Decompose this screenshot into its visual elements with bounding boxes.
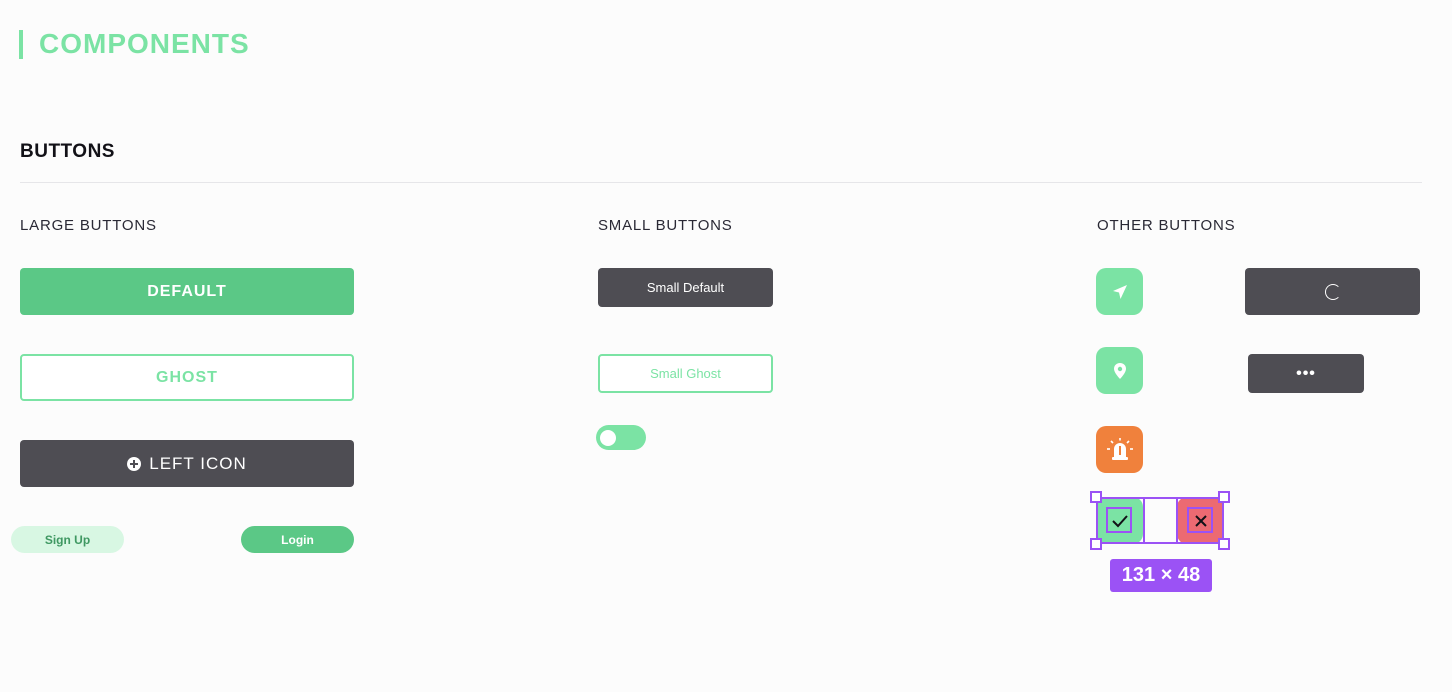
selection-guide-left [1143,497,1145,544]
more-dots-icon: ••• [1296,364,1316,382]
navigation-arrow-icon [1112,284,1127,299]
title-accent-bar [19,30,23,59]
ghost-button[interactable]: GHOST [20,354,354,401]
resize-handle-bottom-left[interactable] [1090,538,1102,550]
map-pin-icon [1113,362,1126,379]
section-divider [20,182,1422,183]
ghost-button-label: GHOST [156,368,218,386]
login-button[interactable]: Login [241,526,354,553]
loading-button[interactable] [1245,268,1420,315]
loading-spinner-icon [1324,283,1341,300]
more-button[interactable]: ••• [1248,354,1364,393]
default-button-label: DEFAULT [147,282,227,300]
other-buttons-heading: OTHER BUTTONS [1097,217,1236,234]
large-buttons-heading: LARGE BUTTONS [20,217,157,234]
plus-circle-icon [127,456,142,471]
left-icon-button-label: LEFT ICON [149,453,247,473]
components-page: COMPONENTS BUTTONS LARGE BUTTONS SMALL B… [0,0,1452,692]
left-icon-button[interactable]: LEFT ICON [20,440,354,487]
resize-handle-top-right[interactable] [1218,491,1230,503]
resize-handle-top-left[interactable] [1090,491,1102,503]
section-title: BUTTONS [20,141,115,162]
selection-guide-right [1176,497,1178,544]
default-button[interactable]: DEFAULT [20,268,354,315]
sign-up-label: Sign Up [44,532,91,547]
toggle-switch[interactable] [596,425,646,450]
small-ghost-label: Small Ghost [650,366,721,381]
small-default-button[interactable]: Small Default [598,268,773,307]
small-default-label: Small Default [646,280,725,295]
selection-inner-check [1106,507,1132,533]
sign-up-button[interactable]: Sign Up [11,526,124,553]
small-buttons-heading: SMALL BUTTONS [598,217,733,234]
resize-handle-bottom-right[interactable] [1218,538,1230,550]
dimension-label: 131 × 48 [1110,559,1212,592]
navigation-button[interactable] [1096,268,1143,315]
small-ghost-button[interactable]: Small Ghost [598,354,773,393]
siren-alarm-icon [1106,437,1133,460]
selection-inner-x [1187,507,1213,533]
toggle-knob [600,430,616,446]
login-label: Login [281,532,314,547]
location-button[interactable] [1096,347,1143,394]
alarm-button[interactable] [1096,426,1143,473]
page-title: COMPONENTS [39,28,250,59]
